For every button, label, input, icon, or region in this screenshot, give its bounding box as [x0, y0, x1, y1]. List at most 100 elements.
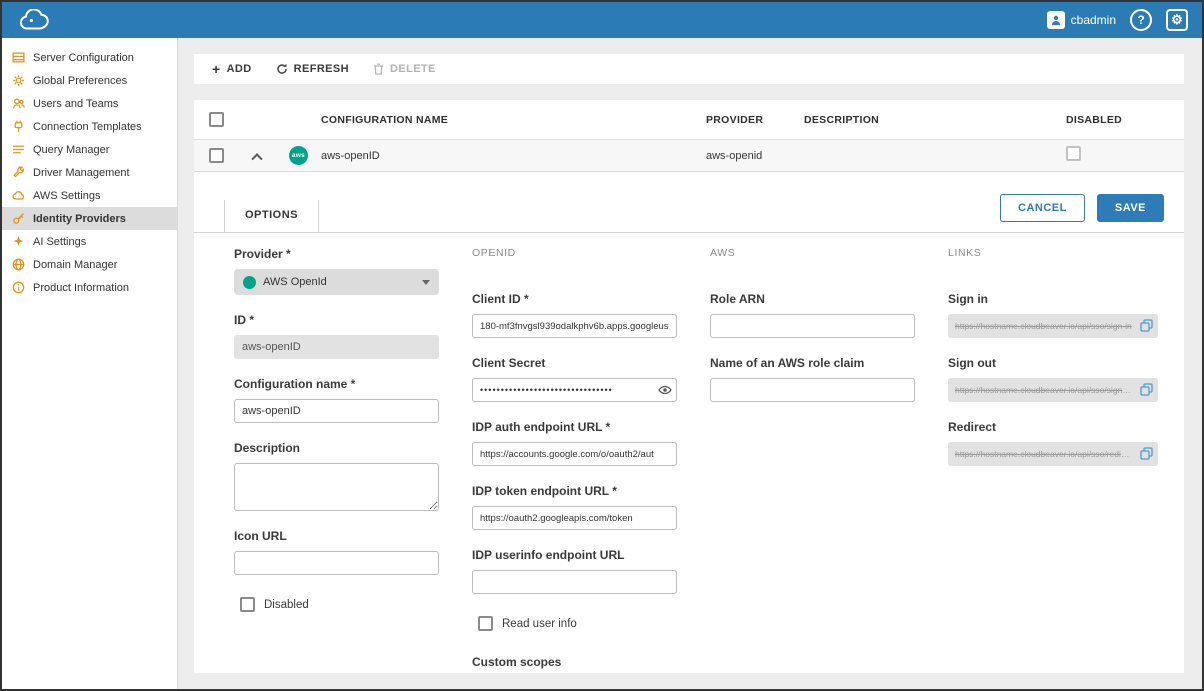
user-name: cbadmin	[1071, 13, 1116, 27]
wrench-icon	[12, 166, 25, 179]
sidebar-item-label: AWS Settings	[33, 190, 100, 202]
idp-userinfo-endpoint-label: IDP userinfo endpoint URL	[472, 548, 677, 562]
table-row[interactable]: aws aws-openID aws-openid	[194, 140, 1184, 172]
copy-sign-in-button[interactable]	[1140, 319, 1153, 332]
idp-token-endpoint-label: IDP token endpoint URL *	[472, 484, 677, 498]
form-column-links: LINKS Sign in https://hostname.cloudbeav…	[948, 247, 1158, 673]
sign-out-link-value: https://hostname.cloudbeaver.io/api/sso/…	[955, 385, 1132, 395]
cloud-icon	[12, 189, 25, 202]
icon-url-field[interactable]	[234, 551, 439, 575]
row-provider: aws-openid	[706, 150, 804, 162]
gear-icon	[12, 74, 25, 87]
client-secret-field[interactable]	[472, 378, 677, 402]
copy-sign-out-button[interactable]	[1140, 383, 1153, 396]
save-button[interactable]: SAVE	[1097, 194, 1164, 222]
role-arn-label: Role ARN	[710, 292, 915, 306]
role-claim-field[interactable]	[710, 378, 915, 402]
sidebar-item-label: AI Settings	[33, 236, 86, 248]
chevron-up-icon[interactable]	[251, 153, 262, 164]
tab-options[interactable]: OPTIONS	[224, 200, 319, 232]
sign-out-link-field: https://hostname.cloudbeaver.io/api/sso/…	[948, 378, 1158, 402]
refresh-icon	[276, 63, 288, 75]
links-section-header: LINKS	[948, 247, 1158, 259]
refresh-button[interactable]: REFRESH	[276, 63, 349, 75]
sidebar-item-label: Query Manager	[33, 144, 109, 156]
key-icon	[12, 212, 25, 225]
plus-icon: +	[212, 62, 221, 76]
sidebar-item-label: Domain Manager	[33, 259, 117, 271]
sidebar-item-label: Connection Templates	[33, 121, 142, 133]
sidebar-item-server-configuration[interactable]: Server Configuration	[2, 46, 177, 69]
copy-icon	[1140, 320, 1153, 335]
copy-icon	[1140, 384, 1153, 399]
globe-icon	[12, 258, 25, 271]
copy-redirect-button[interactable]	[1140, 447, 1153, 460]
client-id-field[interactable]	[472, 314, 677, 338]
sidebar-item-product-information[interactable]: Product Information	[2, 276, 177, 299]
read-user-info-checkbox[interactable]	[478, 616, 493, 631]
server-grid-icon	[12, 51, 25, 64]
column-header-provider: PROVIDER	[706, 114, 804, 126]
reveal-password-button[interactable]	[658, 383, 672, 397]
role-arn-field[interactable]	[710, 314, 915, 338]
provider-detail-panel: OPTIONS CANCEL SAVE Provider * AWS	[194, 172, 1184, 673]
sidebar-item-label: Users and Teams	[33, 98, 118, 110]
aws-section-header: AWS	[710, 247, 915, 259]
form-column-general: Provider * AWS OpenId ID * Configuration…	[234, 247, 439, 673]
actions-toolbar: + ADD REFRESH DELETE	[194, 54, 1184, 84]
sign-in-link-value: https://hostname.cloudbeaver.io/api/sso/…	[955, 321, 1132, 331]
column-header-description: DESCRIPTION	[804, 114, 1066, 126]
sidebar-item-domain-manager[interactable]: Domain Manager	[2, 253, 177, 276]
sidebar-item-global-preferences[interactable]: Global Preferences	[2, 69, 177, 92]
idp-auth-endpoint-field[interactable]	[472, 442, 677, 466]
sidebar-item-identity-providers[interactable]: Identity Providers	[2, 207, 177, 230]
row-checkbox[interactable]	[209, 148, 224, 163]
plug-icon	[12, 120, 25, 133]
idp-token-endpoint-field[interactable]	[472, 506, 677, 530]
configuration-name-field[interactable]	[234, 399, 439, 423]
sidebar-item-aws-settings[interactable]: AWS Settings	[2, 184, 177, 207]
settings-button[interactable]: ⚙	[1166, 9, 1188, 31]
column-header-configuration-name: CONFIGURATION NAME	[321, 114, 706, 126]
provider-badge-icon: aws	[289, 146, 308, 165]
row-disabled-checkbox[interactable]	[1066, 146, 1081, 161]
cancel-button[interactable]: CANCEL	[1000, 194, 1085, 222]
sidebar-item-users-and-teams[interactable]: Users and Teams	[2, 92, 177, 115]
select-all-checkbox[interactable]	[209, 112, 224, 127]
form-column-aws: AWS Role ARN Name of an AWS role claim	[710, 247, 915, 673]
client-secret-label: Client Secret	[472, 356, 677, 370]
identity-providers-panel: CONFIGURATION NAME PROVIDER DESCRIPTION …	[194, 100, 1184, 673]
sidebar-item-driver-management[interactable]: Driver Management	[2, 161, 177, 184]
sidebar-item-connection-templates[interactable]: Connection Templates	[2, 115, 177, 138]
info-icon	[12, 281, 25, 294]
users-icon	[12, 97, 25, 110]
provider-select[interactable]: AWS OpenId	[234, 269, 439, 295]
detail-header: OPTIONS CANCEL SAVE	[194, 172, 1184, 233]
id-label: ID *	[234, 313, 439, 327]
eye-icon	[658, 385, 672, 400]
add-button[interactable]: + ADD	[212, 62, 252, 76]
sidebar-item-ai-settings[interactable]: AI Settings	[2, 230, 177, 253]
sparkle-icon	[12, 235, 25, 248]
sidebar-item-query-manager[interactable]: Query Manager	[2, 138, 177, 161]
main-content: + ADD REFRESH DELETE CONFIGURATION NAME	[178, 38, 1202, 689]
icon-url-label: Icon URL	[234, 529, 439, 543]
idp-auth-endpoint-label: IDP auth endpoint URL *	[472, 420, 677, 434]
table-header-row: CONFIGURATION NAME PROVIDER DESCRIPTION …	[194, 100, 1184, 140]
role-claim-label: Name of an AWS role claim	[710, 356, 915, 370]
idp-userinfo-endpoint-field[interactable]	[472, 570, 677, 594]
provider-selected-value: AWS OpenId	[263, 276, 327, 288]
disabled-checkbox[interactable]	[240, 597, 255, 612]
disabled-checkbox-row: Disabled	[234, 597, 439, 612]
user-menu[interactable]: cbadmin	[1047, 11, 1116, 29]
sign-in-label: Sign in	[948, 292, 1158, 306]
question-icon: ?	[1137, 13, 1144, 27]
sidebar-item-label: Global Preferences	[33, 75, 127, 87]
configuration-name-label: Configuration name *	[234, 377, 439, 391]
delete-button[interactable]: DELETE	[373, 63, 436, 75]
description-field[interactable]	[234, 463, 439, 511]
cloudbeaver-logo-icon	[18, 9, 52, 31]
app-window: cbadmin ? ⚙ Server Configuration Global …	[0, 0, 1204, 691]
id-field	[234, 335, 439, 359]
help-button[interactable]: ?	[1130, 9, 1152, 31]
